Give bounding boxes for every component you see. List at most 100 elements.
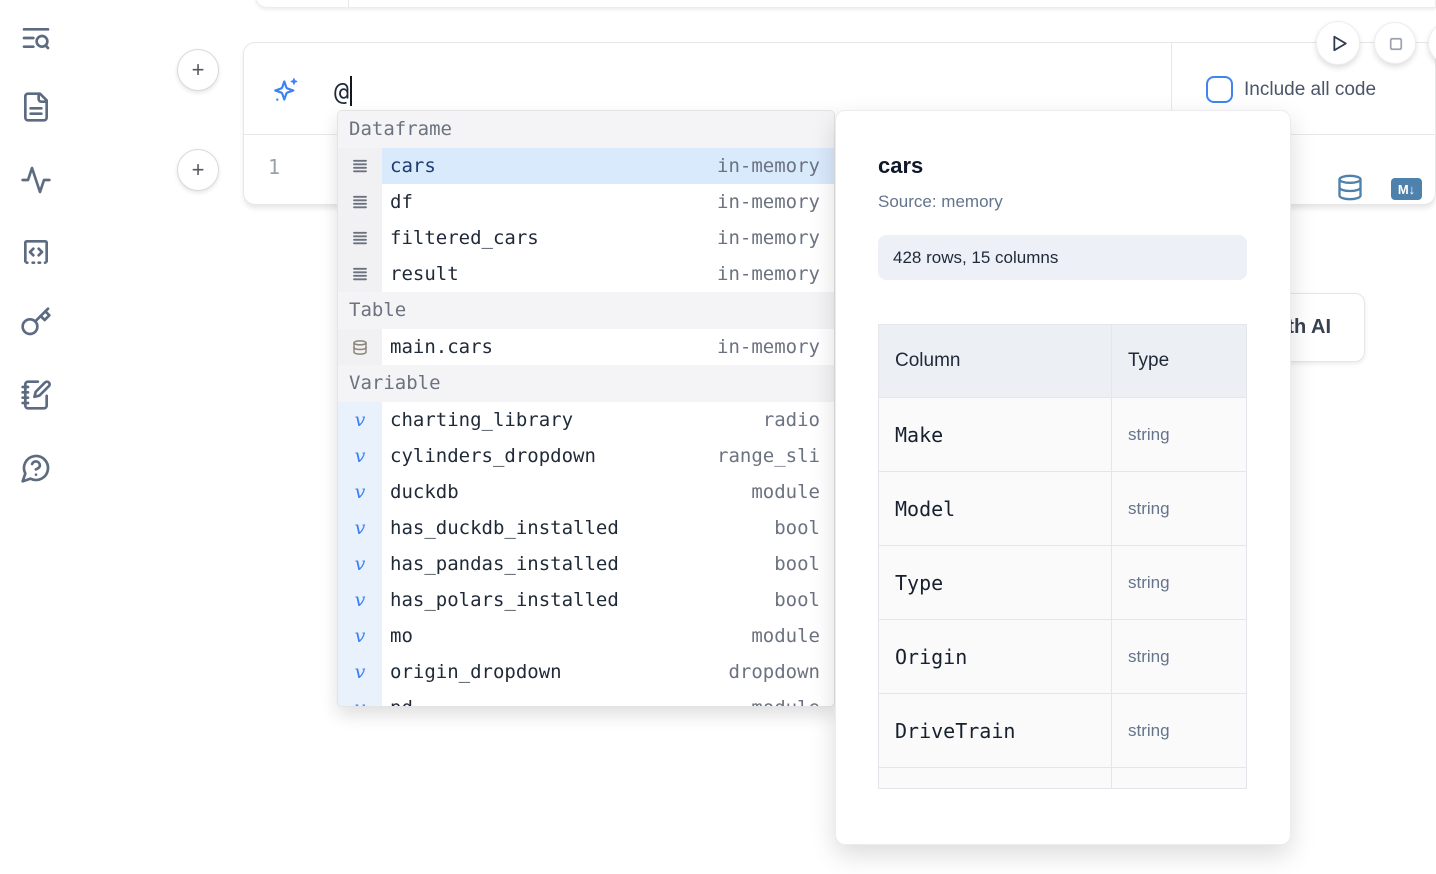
item-icon-gutter: v [338,438,382,474]
add-cell-below-button[interactable]: + [177,149,219,191]
variable-icon: v [355,661,366,683]
item-icon-gutter: v [338,690,382,707]
column-name-text: Make [895,423,943,447]
item-name: has_pandas_installed [390,553,774,575]
autocomplete-item[interactable]: dfin-memory [338,184,834,220]
item-icon-gutter: v [338,474,382,510]
item-name: main.cars [390,336,717,358]
item-content: has_pandas_installedbool [382,546,834,582]
code-square-dashed-icon[interactable] [20,236,52,268]
autocomplete-item[interactable]: carsin-memory [338,148,834,184]
item-content: origin_dropdowndropdown [382,654,834,690]
autocomplete-item[interactable]: vhas_duckdb_installedbool [338,510,834,546]
schema-row: Make string [879,397,1246,471]
item-name: duckdb [390,481,751,503]
column-type-text: string [1128,573,1170,593]
autocomplete-item[interactable]: main.carsin-memory [338,329,834,365]
list-search-icon[interactable] [20,22,52,54]
variable-icon: v [355,625,366,647]
type-header: Type [1112,325,1246,397]
database-icon[interactable] [1336,173,1364,202]
ai-prompt-input[interactable]: @ [334,73,352,109]
include-all-code-checkbox[interactable] [1206,76,1233,103]
column-name-text: DriveTrain [895,719,1015,743]
autocomplete-item[interactable]: v duckdbmodule [338,474,834,510]
autocomplete-item[interactable]: vhas_polars_installedbool [338,582,834,618]
item-icon-gutter: v [338,618,382,654]
item-type: in-memory [717,263,820,285]
previous-cell-edge [255,0,1436,8]
item-type: in-memory [717,191,820,213]
autocomplete-dropdown: Dataframecarsin-memorydfin-memoryfiltere… [337,110,835,707]
activity-icon[interactable] [20,164,52,196]
notebook-pen-icon[interactable] [20,379,52,411]
item-content: cylinders_dropdownrange_sli [382,438,834,474]
variable-icon: v [355,553,366,575]
schema-row: Modelstring [879,471,1246,545]
variable-icon: v [355,481,366,503]
variable-icon: v [355,517,366,539]
item-name: result [390,263,717,285]
dataframe-icon [352,158,368,174]
item-type: range_sli [717,445,820,467]
file-text-icon[interactable] [20,91,52,123]
item-type: in-memory [717,227,820,249]
schema-row: DriveTrain string [879,693,1246,767]
markdown-icon[interactable]: M↓ [1391,178,1422,200]
column-name: Type [879,546,1112,619]
previous-cell-divider [348,0,349,7]
play-icon [1326,31,1351,56]
item-content: has_polars_installedbool [382,582,834,618]
column-name [879,768,1112,789]
run-cell-button[interactable] [1316,21,1360,65]
include-all-code-label: Include all code [1244,79,1376,101]
autocomplete-item[interactable]: resultin-memory [338,256,834,292]
item-type: bool [774,589,820,611]
stop-cell-button[interactable] [1374,22,1416,64]
item-type: module [751,625,820,647]
autocomplete-item[interactable]: vmomodule [338,618,834,654]
item-icon-gutter: v [338,654,382,690]
item-icon-gutter [338,148,382,184]
item-content: charting_libraryradio [382,402,834,438]
autocomplete-item[interactable]: vpdmodule [338,690,834,707]
variable-icon: v [355,445,366,467]
autocomplete-item[interactable]: filtered_carsin-memory [338,220,834,256]
item-content: main.carsin-memory [382,329,834,365]
item-icon-gutter: v [338,582,382,618]
column-type-text: string [1128,721,1170,741]
column-type: string [1112,398,1246,471]
autocomplete-item[interactable]: v cylinders_dropdownrange_sli [338,438,834,474]
dataframe-icon [352,194,368,210]
column-name: Make [879,398,1112,471]
sparkles-icon [271,76,300,105]
item-type: bool [774,517,820,539]
autocomplete-item[interactable]: vcharting_libraryradio [338,402,834,438]
autocomplete-item[interactable]: v has_pandas_installedbool [338,546,834,582]
item-name: pd [390,697,751,707]
column-name: DriveTrain [879,694,1112,767]
line-number: 1 [268,155,280,179]
key-icon[interactable] [20,306,52,338]
item-name: df [390,191,717,213]
item-type: radio [763,409,820,431]
dataframe-icon [352,266,368,282]
column-name-text: Origin [895,645,967,669]
item-content: duckdbmodule [382,474,834,510]
column-type: string [1112,620,1246,693]
item-type: in-memory [717,155,820,177]
schema-row: Type string [879,545,1246,619]
column-header: Column [879,325,1112,397]
stop-icon [1384,32,1407,55]
popover-source: Source: memory [878,192,1245,212]
item-icon-gutter [338,256,382,292]
item-icon-gutter [338,220,382,256]
autocomplete-section-header: Table [338,292,834,329]
item-type: dropdown [728,661,820,683]
help-chat-icon[interactable] [20,452,52,484]
shape-badge: 428 rows, 15 columns [878,235,1247,280]
item-name: has_polars_installed [390,589,774,611]
ai-prompt-value: @ [334,77,349,106]
add-cell-above-button[interactable]: + [177,49,219,91]
autocomplete-item[interactable]: v origin_dropdowndropdown [338,654,834,690]
